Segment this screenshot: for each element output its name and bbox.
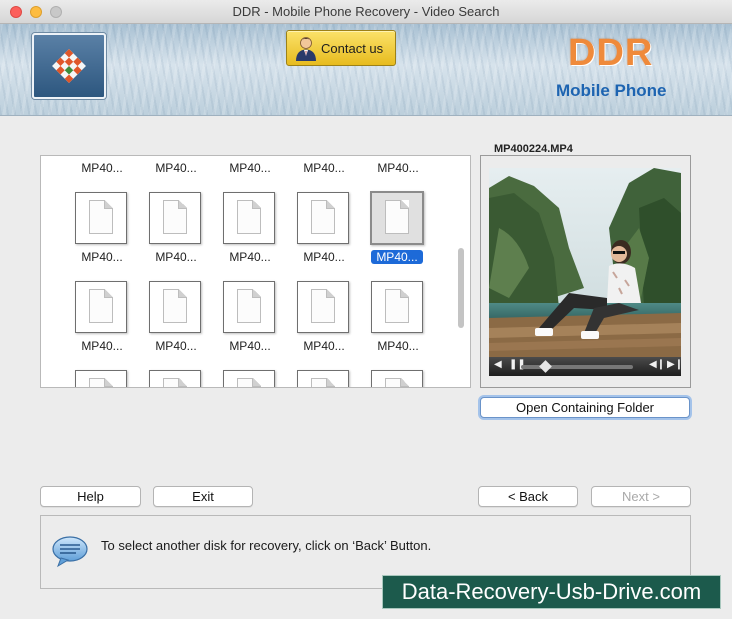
- document-icon: [237, 289, 261, 323]
- file-thumbnail-selected[interactable]: [370, 191, 424, 245]
- file-thumbnail[interactable]: [149, 281, 201, 333]
- file-label[interactable]: MP40...: [220, 250, 280, 264]
- file-label-selected[interactable]: MP40...: [371, 250, 423, 264]
- seek-track[interactable]: [521, 365, 633, 369]
- document-icon: [89, 289, 113, 323]
- document-icon: [163, 289, 187, 323]
- file-thumbnail[interactable]: [371, 370, 423, 387]
- contact-us-button[interactable]: Contact us: [286, 30, 396, 66]
- person-icon: [296, 37, 316, 61]
- file-label[interactable]: MP40...: [72, 339, 132, 353]
- seek-knob[interactable]: [539, 360, 552, 373]
- volume-icon[interactable]: ◀❙: [649, 359, 665, 370]
- file-label[interactable]: MP40...: [146, 161, 206, 175]
- brand-subtitle: Mobile Phone: [556, 81, 667, 100]
- file-label[interactable]: MP40...: [220, 161, 280, 175]
- back-button[interactable]: < Back: [478, 486, 578, 507]
- file-thumbnail[interactable]: [75, 370, 127, 387]
- window-title: DDR - Mobile Phone Recovery - Video Sear…: [232, 4, 500, 19]
- document-icon: [89, 200, 113, 234]
- file-thumbnail[interactable]: [371, 281, 423, 333]
- preview-file-name: MP400224.MP4: [492, 143, 575, 155]
- document-icon: [89, 378, 113, 387]
- document-icon: [311, 378, 335, 387]
- file-thumbnail[interactable]: [223, 370, 275, 387]
- speech-bubble-icon: [52, 536, 88, 568]
- file-thumbnail[interactable]: [149, 370, 201, 387]
- contact-us-label: Contact us: [321, 41, 384, 56]
- file-thumbnail[interactable]: [75, 192, 127, 244]
- video-controls: ◀ ❚❚ ◀❙ ▶❙: [489, 357, 683, 376]
- title-bar: DDR - Mobile Phone Recovery - Video Sear…: [0, 0, 732, 24]
- app-logo: [32, 33, 106, 99]
- watermark-banner: Data-Recovery-Usb-Drive.com: [382, 575, 721, 609]
- file-thumbnail[interactable]: [223, 192, 275, 244]
- file-thumbnail[interactable]: [297, 370, 349, 387]
- fast-forward-icon[interactable]: ▶❙: [667, 359, 683, 370]
- file-label[interactable]: MP40...: [368, 339, 428, 353]
- file-label[interactable]: MP40...: [294, 339, 354, 353]
- file-thumbnail[interactable]: [223, 281, 275, 333]
- video-preview[interactable]: [489, 168, 681, 357]
- open-containing-folder-button[interactable]: Open Containing Folder: [480, 397, 690, 418]
- document-icon: [237, 200, 261, 234]
- document-icon: [385, 289, 409, 323]
- document-icon: [237, 378, 261, 387]
- file-label[interactable]: MP40...: [72, 250, 132, 264]
- status-message: To select another disk for recovery, cli…: [101, 538, 432, 553]
- next-button: Next >: [591, 486, 691, 507]
- document-icon: [385, 378, 409, 387]
- file-label[interactable]: MP40...: [146, 250, 206, 264]
- document-icon: [385, 200, 409, 234]
- file-grid[interactable]: MP40... MP40... MP40... MP40... MP40... …: [40, 155, 471, 388]
- file-label[interactable]: MP40...: [72, 161, 132, 175]
- file-thumbnail[interactable]: [75, 281, 127, 333]
- document-icon: [163, 200, 187, 234]
- help-button[interactable]: Help: [40, 486, 141, 507]
- file-thumbnail[interactable]: [297, 281, 349, 333]
- header-banner: Contact us DDR Mobile Phone: [0, 24, 732, 116]
- file-thumbnail[interactable]: [149, 192, 201, 244]
- rewind-icon[interactable]: ◀: [494, 359, 502, 370]
- document-icon: [163, 378, 187, 387]
- video-frame-image: [489, 168, 681, 357]
- file-label[interactable]: MP40...: [294, 250, 354, 264]
- checker-logo-icon: [52, 49, 86, 83]
- exit-button[interactable]: Exit: [153, 486, 253, 507]
- document-icon: [311, 289, 335, 323]
- file-label[interactable]: MP40...: [294, 161, 354, 175]
- file-label[interactable]: MP40...: [220, 339, 280, 353]
- file-thumbnail[interactable]: [297, 192, 349, 244]
- file-label[interactable]: MP40...: [368, 161, 428, 175]
- brand-title: DDR: [568, 32, 654, 74]
- grid-scrollbar[interactable]: [458, 248, 464, 328]
- document-icon: [311, 200, 335, 234]
- file-label[interactable]: MP40...: [146, 339, 206, 353]
